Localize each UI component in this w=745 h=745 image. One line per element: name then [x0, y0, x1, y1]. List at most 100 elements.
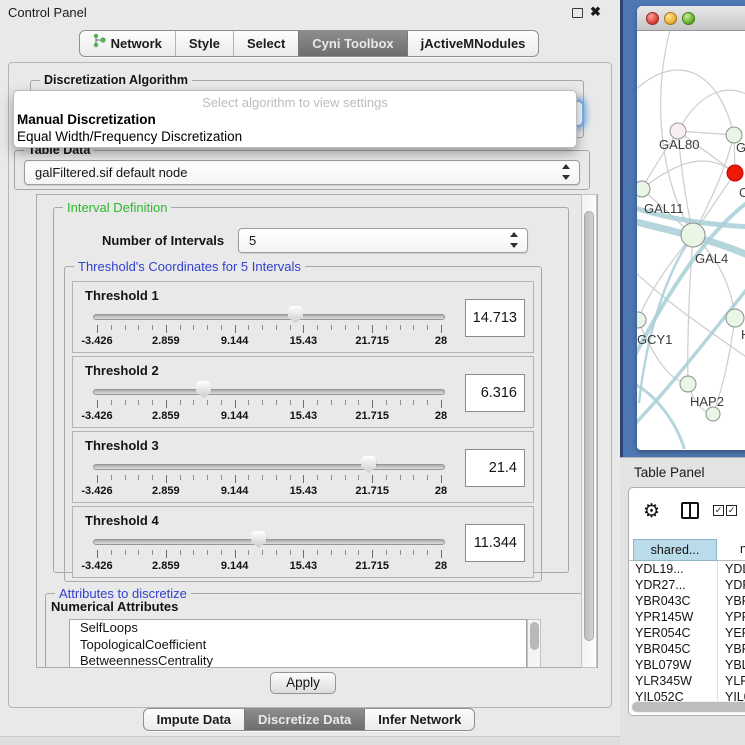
dropdown-placeholder: Select algorithm to view settings: [14, 94, 576, 111]
cell-name: YPR1: [725, 609, 745, 625]
number-of-intervals-combobox[interactable]: 5: [238, 228, 528, 253]
tick-mark: [290, 550, 291, 555]
checkbox-checked-icon[interactable]: ✓: [726, 505, 737, 516]
column-header-name[interactable]: na: [717, 539, 745, 561]
minimize-button[interactable]: [664, 12, 677, 25]
tab-label: Style: [189, 31, 220, 56]
tick-mark: [345, 325, 346, 330]
tick-mark: [303, 550, 304, 558]
table-row[interactable]: YDL19...YDL1: [629, 561, 745, 577]
tab-impute-data[interactable]: Impute Data: [144, 709, 244, 730]
scrollbar-thumb[interactable]: [632, 702, 745, 712]
tick-label: 21.715: [355, 335, 389, 347]
tick-mark: [317, 325, 318, 330]
cell-shared-name: YIL052C: [635, 689, 715, 701]
tick-mark: [193, 475, 194, 480]
slider-track[interactable]: [93, 464, 445, 470]
tick-mark: [427, 400, 428, 405]
tick-mark: [152, 550, 153, 555]
gear-icon[interactable]: ⚙: [643, 500, 660, 522]
node-label: GCY1: [637, 332, 672, 347]
network-node-gal11[interactable]: [637, 181, 650, 197]
network-window: GAL80GACGAL11GAL4GCY1HHAP2: [637, 6, 745, 450]
tick-mark: [166, 325, 167, 333]
tick-mark: [152, 475, 153, 480]
tick-mark: [413, 475, 414, 480]
panel-vertical-scrollbar[interactable]: [581, 194, 597, 668]
float-window-icon[interactable]: [572, 8, 583, 18]
table-panel-header: Table Panel: [620, 457, 745, 487]
scrollbar-thumb[interactable]: [584, 211, 594, 641]
tab-network[interactable]: Network: [80, 31, 175, 56]
list-item[interactable]: SelfLoops: [70, 620, 526, 637]
threshold-value-field[interactable]: 6.316: [465, 374, 525, 412]
table-row[interactable]: YLR345WYLR3: [629, 673, 745, 689]
cell-shared-name: YBL079W: [635, 657, 715, 673]
tick-mark: [138, 325, 139, 330]
list-item[interactable]: BetweennessCentrality: [70, 653, 526, 668]
network-node-hap2[interactable]: [680, 376, 696, 392]
attribute-list-scrollbar[interactable]: [527, 619, 541, 668]
zoom-button[interactable]: [682, 12, 695, 25]
threshold-value-field[interactable]: 11.344: [465, 524, 525, 562]
table-row[interactable]: YBR045CYBR0: [629, 641, 745, 657]
split-columns-icon[interactable]: [681, 502, 699, 519]
network-edge[interactable]: [637, 70, 734, 135]
interval-definition-group: Interval Definition Number of Intervals …: [53, 207, 569, 573]
threshold-box: Threshold 3-3.4262.8599.14415.4321.71528…: [72, 431, 534, 503]
tick-mark: [180, 400, 181, 405]
slider-thumb[interactable]: [361, 456, 376, 473]
slider-thumb[interactable]: [288, 306, 303, 323]
tick-label: 9.144: [221, 410, 249, 422]
tab-style[interactable]: Style: [175, 31, 233, 56]
tick-mark: [166, 400, 167, 408]
network-canvas[interactable]: GAL80GACGAL11GAL4GCY1HHAP2: [637, 31, 745, 449]
table-row[interactable]: YPR145WYPR1: [629, 609, 745, 625]
checkbox-checked-icon[interactable]: ✓: [713, 505, 724, 516]
tick-mark: [400, 400, 401, 405]
slider: -3.4262.8599.14415.4321.71528: [73, 507, 533, 577]
network-node-gal4[interactable]: [681, 223, 705, 247]
tick-label: 9.144: [221, 560, 249, 572]
tab-select[interactable]: Select: [233, 31, 298, 56]
tab-cyni-toolbox[interactable]: Cyni Toolbox: [298, 31, 406, 56]
table-row[interactable]: YIL052CYIL0: [629, 689, 745, 701]
scrollbar-thumb[interactable]: [530, 622, 539, 650]
tab-discretize-data[interactable]: Discretize Data: [244, 709, 364, 730]
slider-track[interactable]: [93, 539, 445, 545]
slider-thumb[interactable]: [251, 531, 266, 548]
tab-jactivemnodules[interactable]: jActiveMNodules: [407, 31, 539, 56]
network-node-bottom[interactable]: [706, 407, 720, 421]
table-row[interactable]: YER054CYER0: [629, 625, 745, 641]
menu-item-equal-width-frequency[interactable]: Equal Width/Frequency Discretization: [14, 128, 576, 145]
tick-mark: [125, 325, 126, 330]
threshold-value-field[interactable]: 14.713: [465, 299, 525, 337]
network-node-h[interactable]: [726, 309, 744, 327]
slider-track[interactable]: [93, 314, 445, 320]
threshold-value-field[interactable]: 21.4: [465, 449, 525, 487]
tab-infer-network[interactable]: Infer Network: [364, 709, 474, 730]
menu-item-manual-discretization[interactable]: Manual Discretization: [14, 111, 576, 128]
list-item[interactable]: TopologicalCoefficient: [70, 637, 526, 654]
tick-mark: [345, 400, 346, 405]
network-edge[interactable]: [678, 90, 745, 131]
table-row[interactable]: YDR27...YDR2: [629, 577, 745, 593]
column-header-shared[interactable]: shared...: [633, 539, 717, 561]
table-horizontal-scrollbar[interactable]: [631, 701, 745, 713]
cell-shared-name: YDR27...: [635, 577, 715, 593]
slider-track[interactable]: [93, 389, 445, 395]
close-icon[interactable]: ✖: [590, 4, 601, 20]
network-node-red[interactable]: [727, 165, 743, 181]
tick-mark: [166, 550, 167, 558]
table-data-combobox[interactable]: galFiltered.sif default node: [24, 160, 580, 185]
tick-mark: [138, 400, 139, 405]
tick-mark: [386, 400, 387, 405]
table-row[interactable]: YBL079WYBL0: [629, 657, 745, 673]
apply-button[interactable]: Apply: [270, 672, 336, 694]
network-node-gcy1[interactable]: [637, 312, 646, 328]
slider-thumb[interactable]: [196, 381, 211, 398]
tick-mark: [138, 550, 139, 555]
tick-mark: [193, 550, 194, 555]
table-row[interactable]: YBR043CYBR0: [629, 593, 745, 609]
close-button[interactable]: [646, 12, 659, 25]
